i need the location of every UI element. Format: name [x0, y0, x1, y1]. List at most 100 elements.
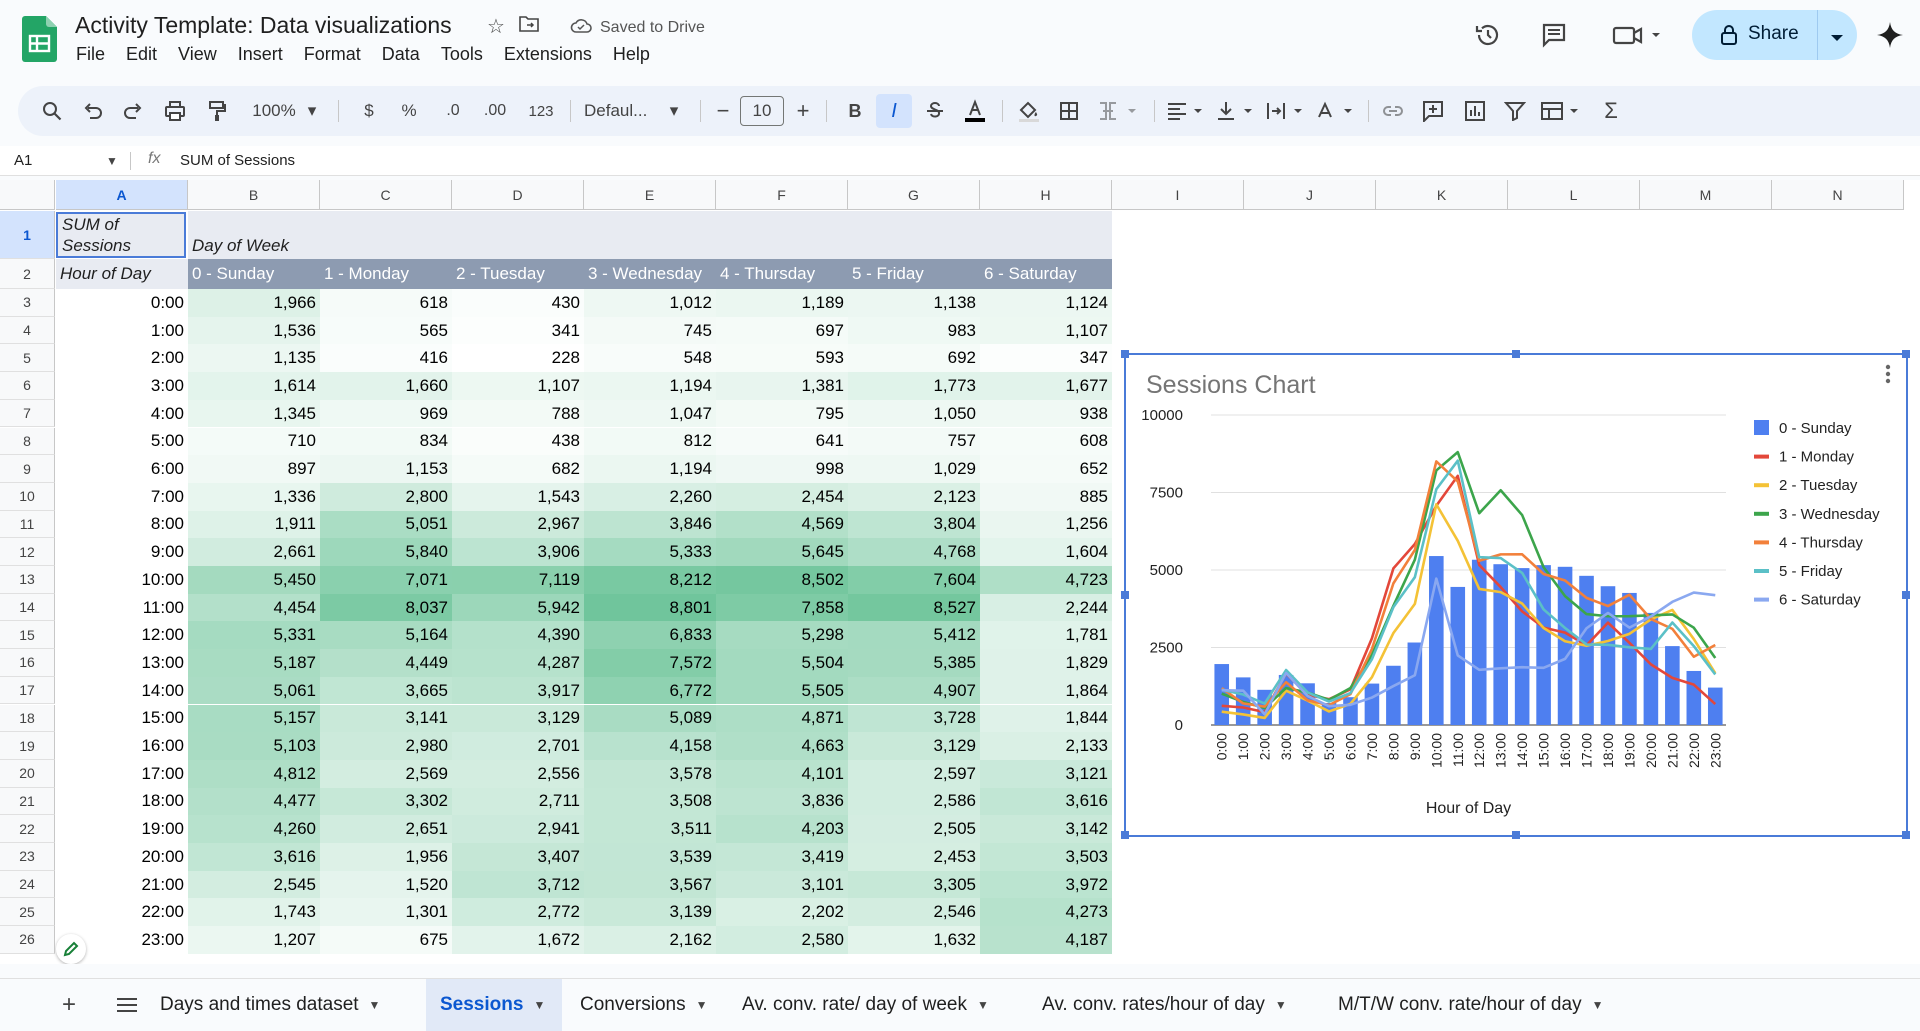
value-cell[interactable]: 3,142: [980, 815, 1112, 843]
font-dropdown-icon[interactable]: ▾: [664, 86, 684, 136]
value-cell[interactable]: 1,956: [320, 843, 452, 871]
value-cell[interactable]: 1,124: [980, 289, 1112, 317]
value-cell[interactable]: 5,164: [320, 621, 452, 650]
value-cell[interactable]: 4,187: [980, 926, 1112, 954]
value-cell[interactable]: 7,604: [848, 566, 980, 594]
hour-cell[interactable]: 7:00: [56, 483, 188, 511]
row-header-16[interactable]: 16: [0, 649, 55, 677]
comments-icon[interactable]: [1538, 19, 1570, 51]
value-cell[interactable]: 4,273: [980, 898, 1112, 927]
hour-cell[interactable]: 0:00: [56, 289, 188, 317]
redo-icon[interactable]: [116, 86, 150, 136]
value-cell[interactable]: 5,089: [584, 704, 716, 733]
menu-format[interactable]: Format: [304, 44, 361, 65]
share-dropdown-icon[interactable]: [1830, 30, 1844, 48]
menu-view[interactable]: View: [178, 44, 217, 65]
value-cell[interactable]: 3,305: [848, 870, 980, 899]
fill-color-icon[interactable]: [1012, 86, 1046, 136]
day-header[interactable]: 4 - Thursday: [716, 259, 848, 289]
value-cell[interactable]: 8,212: [584, 566, 716, 594]
value-cell[interactable]: 1,345: [188, 399, 320, 428]
row-header-7[interactable]: 7: [0, 399, 55, 428]
row-header-25[interactable]: 25: [0, 898, 55, 927]
value-cell[interactable]: 969: [320, 399, 452, 428]
day-header[interactable]: 1 - Monday: [320, 259, 452, 289]
row-header-2[interactable]: 2: [0, 259, 55, 289]
row-header-4[interactable]: 4: [0, 316, 55, 345]
value-cell[interactable]: 682: [452, 455, 584, 483]
merge-cells-icon[interactable]: [1094, 86, 1144, 136]
font-select[interactable]: Defaul...: [584, 86, 664, 136]
value-cell[interactable]: 1,520: [320, 870, 452, 899]
value-cell[interactable]: 3,616: [980, 787, 1112, 816]
value-cell[interactable]: 938: [980, 399, 1112, 428]
value-cell[interactable]: 1,381: [716, 372, 848, 400]
row-header-6[interactable]: 6: [0, 372, 55, 400]
value-cell[interactable]: 2,711: [452, 787, 584, 816]
value-cell[interactable]: 757: [848, 427, 980, 456]
value-cell[interactable]: 1,029: [848, 455, 980, 483]
menu-tools[interactable]: Tools: [441, 44, 483, 65]
value-cell[interactable]: 2,202: [716, 898, 848, 927]
value-cell[interactable]: 430: [452, 289, 584, 317]
value-cell[interactable]: 1,864: [980, 676, 1112, 705]
value-cell[interactable]: 1,781: [980, 621, 1112, 650]
value-cell[interactable]: 3,407: [452, 843, 584, 871]
value-cell[interactable]: 4,723: [980, 566, 1112, 594]
hour-cell[interactable]: 11:00: [56, 594, 188, 622]
value-cell[interactable]: 8,037: [320, 593, 452, 622]
value-cell[interactable]: 4,101: [716, 759, 848, 788]
hour-cell[interactable]: 22:00: [56, 898, 188, 926]
value-cell[interactable]: 7,858: [716, 593, 848, 622]
value-cell[interactable]: 1,256: [980, 510, 1112, 539]
hour-cell[interactable]: 4:00: [56, 400, 188, 428]
value-cell[interactable]: 3,665: [320, 676, 452, 705]
value-cell[interactable]: 4,449: [320, 649, 452, 677]
day-header[interactable]: 0 - Sunday: [188, 259, 320, 289]
value-cell[interactable]: 2,580: [716, 926, 848, 954]
value-cell[interactable]: 812: [584, 427, 716, 456]
value-cell[interactable]: 1,207: [188, 926, 320, 954]
text-wrapping-icon[interactable]: [1264, 86, 1308, 136]
hour-cell[interactable]: 3:00: [56, 372, 188, 400]
move-folder-icon[interactable]: [519, 15, 539, 39]
row-header-1[interactable]: 1: [0, 211, 55, 259]
sheet-tab[interactable]: M/T/W conv. rate/hour of day ▼: [1324, 979, 1630, 1031]
value-cell[interactable]: 3,616: [188, 843, 320, 871]
value-cell[interactable]: 2,546: [848, 898, 980, 927]
row-header-17[interactable]: 17: [0, 676, 55, 705]
value-cell[interactable]: 3,567: [584, 870, 716, 899]
value-cell[interactable]: 1,189: [716, 289, 848, 317]
column-group-label[interactable]: Day of Week: [188, 211, 1112, 259]
hour-cell[interactable]: 14:00: [56, 677, 188, 705]
menu-insert[interactable]: Insert: [238, 44, 283, 65]
row-header-8[interactable]: 8: [0, 427, 55, 456]
value-cell[interactable]: 3,139: [584, 898, 716, 927]
tab-dropdown-icon[interactable]: ▼: [977, 998, 989, 1012]
chart-resize-handle[interactable]: [1121, 831, 1129, 839]
value-cell[interactable]: 5,504: [716, 649, 848, 677]
value-cell[interactable]: 8,527: [848, 593, 980, 622]
value-cell[interactable]: 5,840: [320, 538, 452, 566]
hour-cell[interactable]: 20:00: [56, 843, 188, 871]
value-cell[interactable]: 2,651: [320, 815, 452, 843]
sheets-logo-icon[interactable]: [22, 16, 57, 62]
value-cell[interactable]: 2,800: [320, 482, 452, 511]
value-cell[interactable]: 1,138: [848, 289, 980, 317]
row-header-12[interactable]: 12: [0, 538, 55, 566]
filter-views-icon[interactable]: [1538, 86, 1586, 136]
name-box-dropdown-icon[interactable]: ▼: [106, 154, 118, 168]
value-cell[interactable]: 692: [848, 344, 980, 373]
value-cell[interactable]: 4,203: [716, 815, 848, 843]
value-cell[interactable]: 1,743: [188, 898, 320, 927]
chart-resize-handle[interactable]: [1121, 591, 1129, 599]
value-cell[interactable]: 3,712: [452, 870, 584, 899]
chart-resize-handle[interactable]: [1902, 350, 1910, 358]
row-header-9[interactable]: 9: [0, 455, 55, 483]
chart-menu-icon[interactable]: [1885, 378, 1891, 384]
more-formats-button[interactable]: 123: [522, 86, 560, 136]
value-cell[interactable]: 1,536: [188, 316, 320, 345]
day-header[interactable]: 2 - Tuesday: [452, 259, 584, 289]
value-cell[interactable]: 593: [716, 344, 848, 373]
chart-resize-handle[interactable]: [1121, 350, 1129, 358]
